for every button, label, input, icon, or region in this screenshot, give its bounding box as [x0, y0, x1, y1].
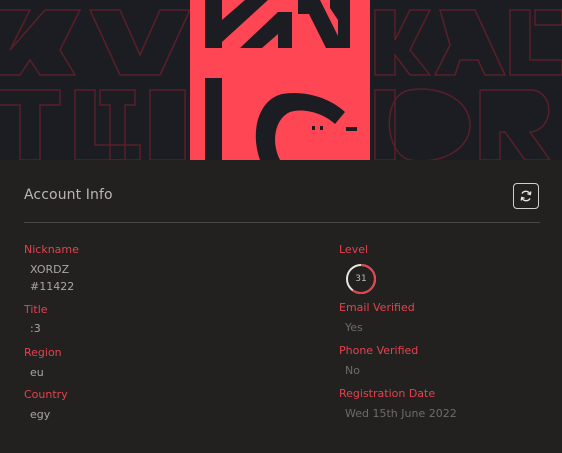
banner-artwork [0, 0, 562, 160]
registration-date-label: Registration Date [339, 387, 436, 400]
level-label: Level [339, 243, 369, 256]
title-value: :3 [30, 322, 41, 335]
account-info-title: Account Info [24, 187, 113, 203]
email-verified-value: Yes [345, 321, 363, 334]
title-divider [24, 222, 540, 223]
phone-verified-value: No [345, 364, 360, 377]
country-label: Country [24, 388, 68, 401]
phone-verified-label: Phone Verified [339, 344, 419, 357]
nickname-value: XORDZ [30, 263, 70, 276]
region-label: Region [24, 346, 62, 359]
country-value: egy [30, 408, 51, 421]
refresh-icon [520, 190, 532, 202]
nickname-tag: #11422 [30, 280, 75, 293]
level-value: 31 [355, 274, 367, 284]
player-card-banner [0, 0, 562, 160]
refresh-button[interactable] [513, 183, 539, 209]
registration-date-value: Wed 15th June 2022 [345, 407, 457, 420]
region-value: eu [30, 366, 44, 379]
nickname-label: Nickname [24, 243, 79, 256]
email-verified-label: Email Verified [339, 301, 415, 314]
title-label: Title [24, 303, 48, 316]
account-info-card [0, 160, 562, 453]
